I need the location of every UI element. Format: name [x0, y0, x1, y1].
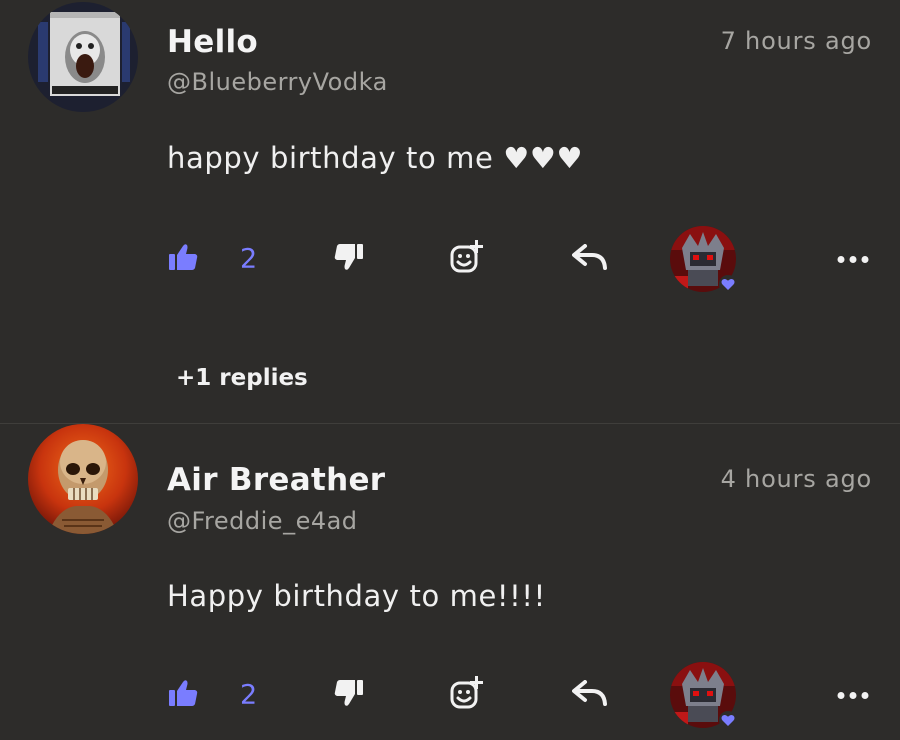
- comment-text: happy birthday to me ♥♥♥: [167, 141, 584, 175]
- add-reaction-icon: [448, 674, 486, 716]
- comment: Hello @BlueberryVodka 7 hours ago happy …: [0, 0, 900, 424]
- more-dots-icon: [836, 686, 870, 705]
- dislike-button[interactable]: [334, 679, 364, 711]
- author-handle[interactable]: @Freddie_e4ad: [167, 507, 358, 535]
- add-reaction-button[interactable]: [448, 674, 486, 716]
- author-avatar[interactable]: [28, 424, 138, 534]
- author-avatar[interactable]: [28, 2, 138, 112]
- reactor-avatar[interactable]: [667, 659, 739, 731]
- thumbs-down-icon: [334, 243, 364, 275]
- more-options-button[interactable]: [836, 686, 870, 705]
- thumbs-up-icon: [168, 243, 198, 275]
- reply-arrow-icon: [572, 244, 608, 274]
- author-name[interactable]: Air Breather: [167, 462, 385, 498]
- timestamp: 4 hours ago: [720, 465, 872, 493]
- reply-button[interactable]: [572, 680, 608, 710]
- comment-text: Happy birthday to me!!!!: [167, 579, 546, 613]
- like-button[interactable]: [168, 679, 198, 711]
- comment-actions: 2: [0, 660, 900, 730]
- thumbs-up-icon: [168, 679, 198, 711]
- like-button[interactable]: [168, 243, 198, 275]
- reply-button[interactable]: [572, 244, 608, 274]
- comment-actions: 2: [0, 224, 900, 294]
- add-reaction-button[interactable]: [448, 238, 486, 280]
- comment: Air Breather @Freddie_e4ad 4 hours ago H…: [0, 424, 900, 740]
- heart-icon: [719, 711, 737, 729]
- view-replies-link[interactable]: +1 replies: [176, 365, 308, 391]
- author-handle[interactable]: @BlueberryVodka: [167, 68, 388, 96]
- timestamp: 7 hours ago: [720, 27, 872, 55]
- dislike-button[interactable]: [334, 243, 364, 275]
- add-reaction-icon: [448, 238, 486, 280]
- reactor-avatar[interactable]: [667, 223, 739, 295]
- like-count: 2: [240, 679, 258, 711]
- heart-icon: [719, 275, 737, 293]
- more-options-button[interactable]: [836, 250, 870, 269]
- thumbs-down-icon: [334, 679, 364, 711]
- like-count: 2: [240, 243, 258, 275]
- more-dots-icon: [836, 250, 870, 269]
- author-name[interactable]: Hello: [167, 24, 258, 60]
- reply-arrow-icon: [572, 680, 608, 710]
